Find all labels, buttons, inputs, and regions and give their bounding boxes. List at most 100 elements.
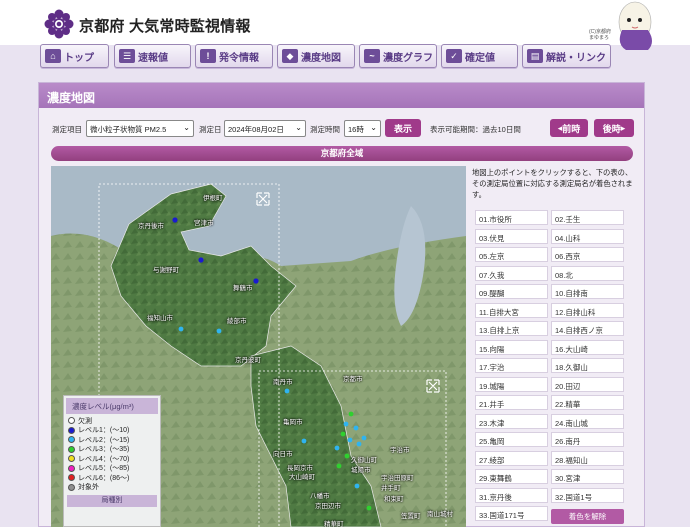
station-cell[interactable]: 01.市役所 (475, 210, 548, 225)
station-cell[interactable]: 26.南丹 (551, 432, 624, 447)
chevron-down-icon: ⌄ (183, 123, 190, 132)
station-cell[interactable]: 25.亀岡 (475, 432, 548, 447)
station-cell[interactable]: 09.醍醐 (475, 284, 548, 299)
panel-title: 濃度地図 (39, 83, 644, 108)
station-cell[interactable]: 33.国道171号 (475, 506, 548, 521)
prev-hour-button[interactable]: ◂ 前時 (550, 119, 588, 137)
legend-label: レベル4：(〜70) (78, 455, 130, 463)
show-button[interactable]: 表示 (385, 119, 421, 137)
level-dot-icon (68, 417, 75, 425)
station-cell[interactable]: 22.精華 (551, 395, 624, 410)
legend-label: レベル5：(〜85) (78, 465, 130, 473)
level-dot-icon (68, 426, 75, 434)
map-label: 綾部市 (227, 318, 247, 325)
station-cell[interactable]: 23.木津 (475, 413, 548, 429)
legend-label: 対象外 (78, 484, 99, 492)
map-label: 福知山市 (147, 315, 173, 322)
item-select-value: 微小粒子状物質 PM2.5 (90, 125, 167, 134)
nav-noudo-map[interactable]: ◆ 濃度地図 (277, 44, 355, 68)
graph-icon: ~ (364, 49, 380, 63)
station-cell[interactable]: 12.自排山科 (551, 302, 624, 318)
station-cell[interactable]: 11.自排大宮 (475, 302, 548, 318)
date-select-value: 2024年08月02日 (228, 125, 284, 134)
station-cell[interactable]: 27.綾部 (475, 450, 548, 466)
map-legend: 濃度レベル(μg/m³) 欠測 レベル1：(〜10) レベル2：(〜15) レベ… (63, 395, 161, 527)
legend-row: レベル1：(〜10) (64, 426, 160, 436)
time-label: 測定時間 (310, 125, 340, 134)
map-label: 南丹市 (273, 379, 293, 386)
station-cell[interactable]: 04.山科 (551, 228, 624, 244)
legend-title: 濃度レベル(μg/m³) (66, 398, 158, 414)
station-cell[interactable]: 02.壬生 (551, 210, 624, 225)
station-cell[interactable]: 19.城陽 (475, 376, 548, 392)
map-label: 城陽市 (351, 467, 371, 474)
item-select[interactable]: 微小粒子状物質 PM2.5 ⌄ (86, 120, 194, 137)
station-cell[interactable]: 28.福知山 (551, 450, 624, 466)
date-select[interactable]: 2024年08月02日 ⌄ (224, 120, 306, 137)
legend-label: レベル3：(〜35) (78, 446, 130, 454)
check-icon: ✓ (446, 49, 462, 63)
nav-top[interactable]: ⌂ トップ (40, 44, 109, 68)
nav-kaisetsu-link[interactable]: ▤ 解説・リンク (522, 44, 611, 68)
station-cell[interactable]: 31.京丹後 (475, 487, 548, 503)
station-cell[interactable]: 20.田辺 (551, 376, 624, 392)
legend-row: レベル2：(〜15) (64, 435, 160, 445)
station-cell[interactable]: 06.西京 (551, 247, 624, 262)
chevron-down-icon: ⌄ (370, 123, 377, 132)
station-cell[interactable]: 03.伏見 (475, 228, 548, 244)
map-label: 笠置町 (401, 513, 421, 520)
nav-top-label: トップ (64, 52, 94, 64)
map-label: 京田辺市 (315, 503, 341, 510)
legend-label: レベル2：(〜15) (78, 436, 130, 444)
legend-row: レベル3：(〜35) (64, 445, 160, 455)
map-label: 和束町 (384, 496, 404, 503)
level-dot-icon (68, 474, 75, 482)
time-select[interactable]: 16時 ⌄ (344, 120, 381, 137)
nav-hatsurei-label: 発令情報 (219, 52, 259, 64)
map-label: 亀岡市 (283, 419, 303, 426)
station-cell[interactable]: 32.国道1号 (551, 487, 624, 503)
level-dot-icon (68, 436, 75, 444)
station-cell[interactable]: 15.向陽 (475, 339, 548, 355)
nav-hatsurei[interactable]: ! 発令情報 (195, 44, 273, 68)
legend-row: 対象外 (64, 483, 160, 493)
nav-sokuhouchi[interactable]: ☰ 速報値 (114, 44, 191, 68)
nav-sokuhouchi-label: 速報値 (138, 52, 168, 64)
legend-row: レベル6：(86〜) (64, 473, 160, 483)
level-dot-icon (68, 455, 75, 463)
map-label: 京丹後市 (138, 223, 164, 230)
nav-kakuteichi[interactable]: ✓ 確定値 (441, 44, 518, 68)
station-cell[interactable]: 24.南山城 (551, 413, 624, 429)
station-cell[interactable]: 14.自排西ノ京 (551, 321, 624, 336)
map-label: 与謝野町 (153, 267, 179, 274)
map-label: 南山城村 (427, 511, 453, 518)
kyoto-logo-icon (44, 9, 74, 39)
next-hour-button[interactable]: 後時 ▸ (594, 119, 634, 137)
map-label: 大山崎町 (289, 474, 315, 481)
item-label: 測定項目 (52, 125, 82, 134)
station-cell[interactable]: 30.宮津 (551, 469, 624, 484)
station-cell[interactable]: 08.北 (551, 265, 624, 281)
map-label: 久御山町 (351, 457, 377, 464)
station-cell[interactable]: 05.左京 (475, 247, 548, 262)
site-title: 京都府 大気常時監視情報 (79, 18, 251, 35)
table-icon: ☰ (119, 49, 135, 63)
legend-row: レベル4：(〜70) (64, 454, 160, 464)
station-cell[interactable]: 29.東舞鶴 (475, 469, 548, 484)
next-hour-label: 後時 (602, 123, 621, 134)
station-cell[interactable]: 16.大山崎 (551, 339, 624, 355)
legend-row: 欠測 (64, 416, 160, 426)
main-nav: ⌂ トップ ☰ 速報値 ! 発令情報 ◆ 濃度地図 ~ 濃度グラフ ✓ 確定値 ▤ 解説・リン… (0, 44, 690, 72)
station-cell[interactable]: 18.久御山 (551, 358, 624, 373)
station-cell[interactable]: 10.自排南 (551, 284, 624, 299)
station-cell[interactable]: 21.井手 (475, 395, 548, 410)
level-dot-icon (68, 445, 75, 453)
station-cell[interactable]: 07.久我 (475, 265, 548, 281)
alert-icon: ! (200, 49, 216, 63)
time-select-value: 16時 (348, 125, 364, 134)
clear-color-button[interactable]: 着色を解除 (551, 509, 624, 524)
station-cell[interactable]: 17.宇治 (475, 358, 548, 373)
map-label: 八幡市 (310, 493, 330, 500)
nav-noudo-graph[interactable]: ~ 濃度グラフ (359, 44, 437, 68)
station-cell[interactable]: 13.自排上京 (475, 321, 548, 336)
